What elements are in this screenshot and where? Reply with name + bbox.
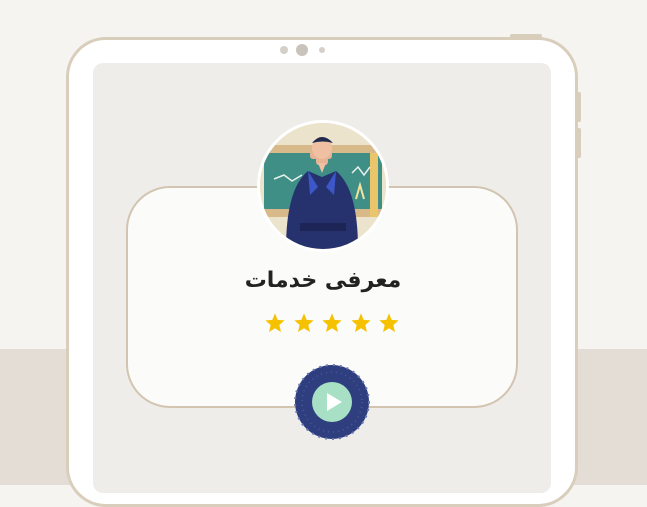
camera-dot <box>280 46 288 54</box>
tablet-side-button <box>576 128 581 158</box>
play-icon[interactable] <box>290 360 374 444</box>
camera-dot <box>319 47 325 53</box>
star-icon <box>293 313 314 332</box>
tablet-top-button <box>510 34 542 38</box>
star-icon <box>265 313 285 332</box>
card-title: معرفی خدمات <box>244 268 402 293</box>
presenter-avatar <box>257 120 389 252</box>
star-icon <box>379 313 399 332</box>
presenter-illustration <box>260 123 386 249</box>
rating-stars <box>264 310 400 336</box>
play-button[interactable] <box>290 360 374 444</box>
tablet-side-button <box>576 92 581 122</box>
camera-lens <box>296 44 308 56</box>
star-icon <box>322 313 342 332</box>
star-icon <box>350 313 371 332</box>
